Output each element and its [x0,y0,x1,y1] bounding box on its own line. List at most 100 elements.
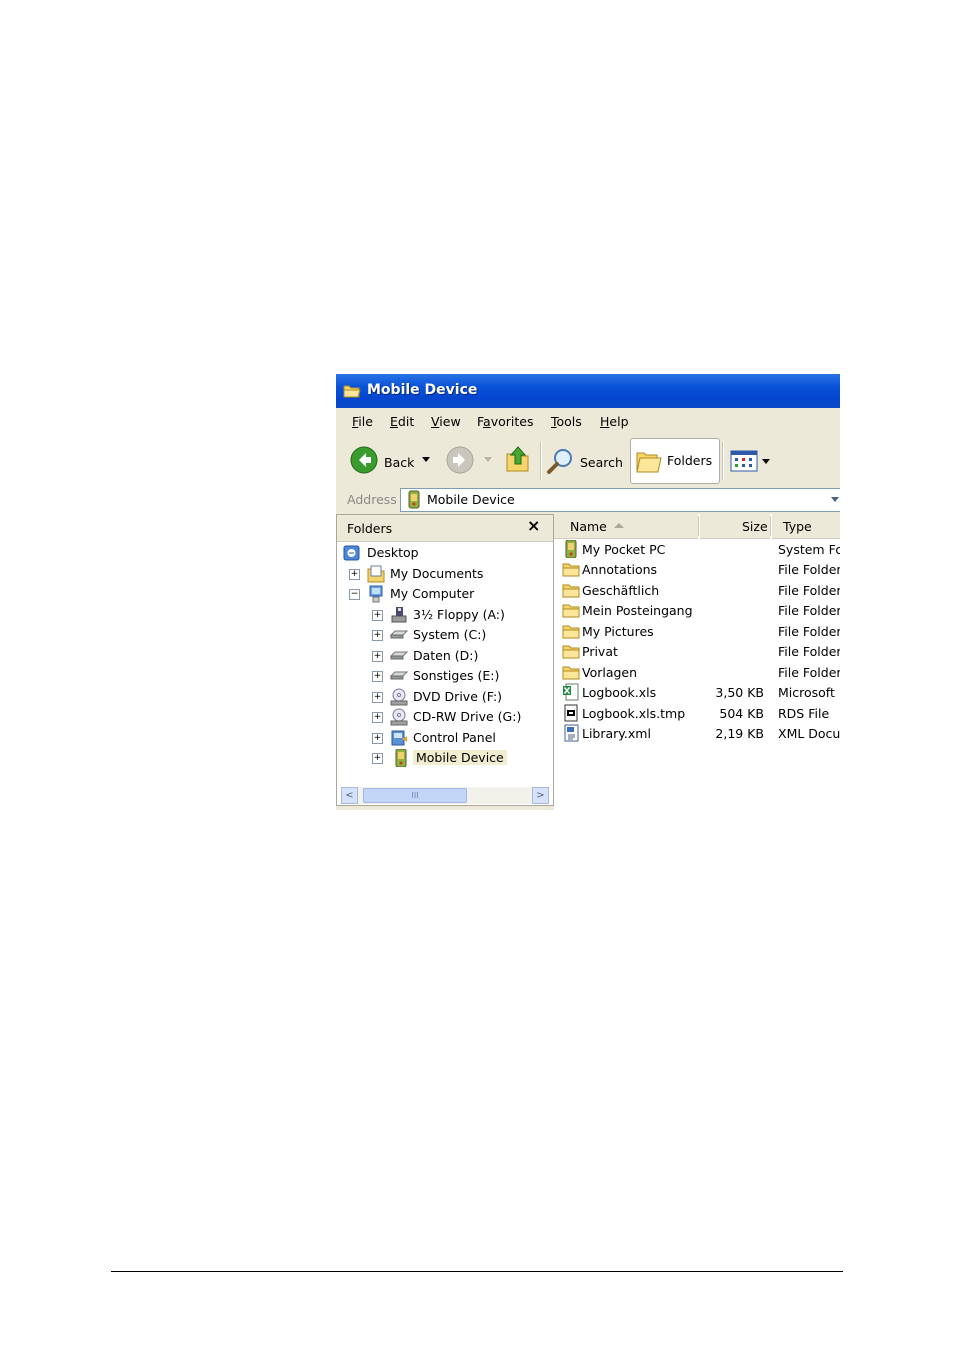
folders-pane-header: Folders × [337,515,553,542]
expand-icon[interactable]: + [372,630,383,641]
tree-item-sonstiges-e[interactable]: + Sonstiges (E:) [372,666,552,686]
tree-item-desktop[interactable]: Desktop [343,543,543,563]
collapse-icon[interactable]: − [349,589,360,600]
chevron-down-icon[interactable] [762,459,770,465]
close-icon[interactable]: × [527,516,540,535]
tree-item-cdrw-g[interactable]: + CD-RW Drive (G:) [372,707,552,727]
folder-icon [562,604,580,618]
control-panel-icon [391,730,407,746]
chevron-down-icon[interactable] [484,457,492,463]
expand-icon[interactable]: + [372,671,383,682]
expand-icon[interactable]: + [372,651,383,662]
file-row[interactable]: Logbook.xls.tmp 504 KB RDS File [554,704,840,724]
scrollbar-thumb[interactable]: III [363,788,467,803]
tree-item-daten-d[interactable]: + Daten (D:) [372,646,552,666]
explorer-window: Mobile Device File Edit View Favorites T… [336,374,840,810]
folders-label: Folders [667,453,713,468]
title-bar[interactable]: Mobile Device [336,374,840,408]
up-folder-icon [506,446,529,472]
folders-pane: Folders × Desktop + My Documents − My Co… [336,514,554,806]
menu-edit[interactable]: Edit [390,414,414,429]
back-arrow-icon [350,446,378,474]
scroll-left-button[interactable]: < [341,787,358,804]
content-area: Folders × Desktop + My Documents − My Co… [336,514,840,810]
file-row[interactable]: Logbook.xls 3,50 KB Microsoft E [554,683,840,703]
pocket-pc-icon [565,540,577,558]
tree-item-control-panel[interactable]: + Control Panel [372,728,552,748]
forward-arrow-icon [446,446,474,474]
horizontal-scrollbar[interactable]: < III > [341,787,549,804]
views-icon [730,450,758,472]
tree-item-floppy[interactable]: + 3½ Floppy (A:) [372,605,552,625]
my-computer-icon [369,585,383,603]
forward-button[interactable] [444,440,494,480]
column-header-type[interactable]: Type [772,514,840,539]
toolbar-separator [722,442,724,480]
chevron-down-icon[interactable] [422,457,430,463]
menu-favorites[interactable]: Favorites [477,414,533,429]
column-header-name[interactable]: Name [554,514,698,539]
chevron-down-icon[interactable] [831,497,839,503]
tree-item-my-computer[interactable]: − My Computer [349,584,549,604]
scroll-right-button[interactable]: > [532,787,549,804]
xml-file-icon [564,724,579,742]
cd-drive-icon [390,708,408,726]
folder-icon [343,385,361,398]
excel-file-icon [563,683,579,701]
back-button[interactable]: Back [348,440,434,480]
file-row[interactable]: My Pictures File Folder [554,622,840,642]
toolbar-separator [540,442,542,480]
expand-icon[interactable]: + [372,712,383,723]
address-label: Address [347,492,397,507]
menu-help[interactable]: Help [600,414,629,429]
tree-item-mobile-device[interactable]: + Mobile Device [372,748,552,768]
folder-icon [562,625,580,639]
file-row[interactable]: Vorlagen File Folder [554,663,840,683]
expand-icon[interactable]: + [372,753,383,764]
menu-view[interactable]: View [431,414,461,429]
search-label: Search [580,455,623,470]
column-header-size[interactable]: Size [700,514,770,539]
tree-item-my-documents[interactable]: + My Documents [349,564,549,584]
menu-bar: File Edit View Favorites Tools Help [336,408,840,437]
mobile-device-icon [395,749,407,767]
expand-icon[interactable]: + [349,569,360,580]
file-row[interactable]: Privat File Folder [554,642,840,662]
file-list: Name Size Type My Pocket PC System Fo An… [554,514,840,810]
expand-icon[interactable]: + [372,692,383,703]
dvd-drive-icon [390,688,408,706]
file-row[interactable]: My Pocket PC System Fo [554,540,840,560]
folders-pane-title: Folders [347,521,393,536]
menu-tools[interactable]: Tools [551,414,582,429]
floppy-icon [391,607,407,623]
tree-item-system-c[interactable]: + System (C:) [372,625,552,645]
back-label: Back [384,455,415,470]
search-icon [547,449,572,474]
address-value: Mobile Device [427,492,515,507]
up-folder-button[interactable] [502,440,534,480]
address-bar: Address Mobile Device [336,486,840,514]
folders-icon [636,452,662,473]
folders-button[interactable]: Folders [630,438,720,484]
file-row[interactable]: Library.xml 2,19 KB XML Docur [554,724,840,744]
file-row[interactable]: Mein Posteingang File Folder [554,601,840,621]
expand-icon[interactable]: + [372,610,383,621]
menu-file[interactable]: File [352,414,373,429]
hard-drive-icon [390,630,408,639]
views-button[interactable] [728,440,772,480]
page-footer-rule [111,1271,843,1272]
file-row[interactable]: Annotations File Folder [554,560,840,580]
file-row[interactable]: Geschäftlich File Folder [554,581,840,601]
folder-icon [562,563,580,577]
tmp-file-icon [564,704,578,722]
expand-icon[interactable]: + [372,733,383,744]
toolbar: Back Search Folders [336,436,840,487]
folder-icon [562,666,580,680]
folder-icon [562,645,580,659]
desktop-icon [343,545,360,561]
tree-item-dvd-f[interactable]: + DVD Drive (F:) [372,687,552,707]
address-input[interactable]: Mobile Device [400,488,840,512]
hard-drive-icon [390,671,408,680]
search-button[interactable]: Search [544,440,624,480]
sort-ascending-icon [614,523,624,528]
